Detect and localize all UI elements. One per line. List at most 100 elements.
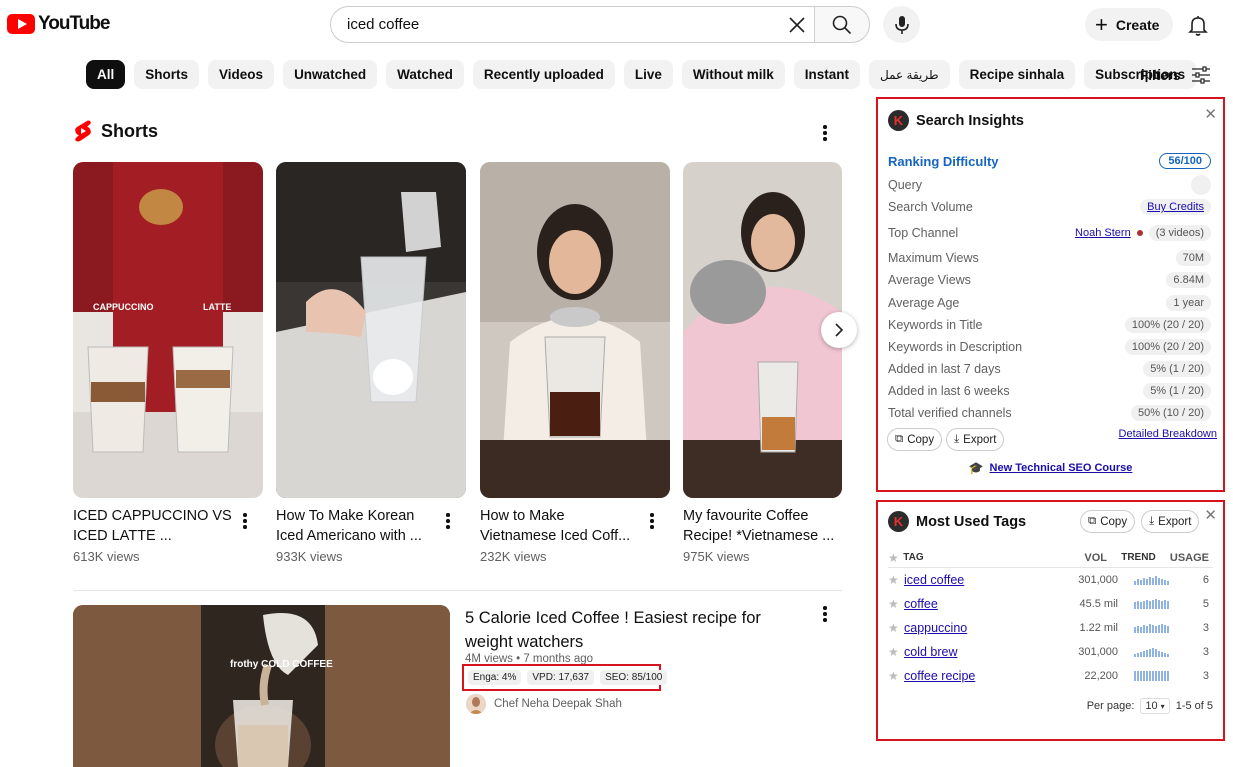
video-metrics-box: Enga: 4% VPD: 17,637 SEO: 85/100 — [462, 664, 668, 691]
keywords-title-value: 100% (20 / 20) — [1124, 317, 1211, 333]
video-channel[interactable]: Chef Neha Deepak Shah — [466, 694, 622, 714]
tag-link[interactable]: cold brew — [904, 645, 958, 659]
tag-link[interactable]: cappuccino — [904, 621, 967, 635]
search-input[interactable]: iced coffee — [330, 6, 814, 43]
star-icon[interactable]: ★ — [888, 645, 904, 659]
short-title[interactable]: ICED CAPPUCCINO VS ICED LATTE ... — [73, 506, 233, 546]
trend-sparkline — [1118, 575, 1184, 585]
close-icon[interactable]: ✕ — [1204, 506, 1217, 524]
short-title[interactable]: How To Make Korean Iced Americano with .… — [276, 506, 436, 546]
copy-icon: ⧉ — [1088, 515, 1097, 527]
section-divider — [74, 590, 842, 591]
chip-watched[interactable]: Watched — [386, 60, 464, 89]
average-age-label: Average Age — [888, 296, 960, 310]
top-channel-link[interactable]: Noah Stern — [1075, 227, 1131, 239]
star-icon[interactable]: ★ — [888, 597, 904, 611]
channel-avatar[interactable] — [466, 694, 486, 714]
clear-search-icon[interactable] — [784, 12, 810, 38]
extension-logo-icon: K — [888, 110, 909, 131]
short-more-icon[interactable] — [235, 510, 255, 532]
youtube-logo[interactable]: YouTube — [7, 13, 110, 35]
notifications-bell-icon[interactable] — [1186, 13, 1210, 37]
verified-channels-value: 50% (10 / 20) — [1130, 405, 1211, 421]
graduation-cap-icon: 🎓 — [968, 461, 984, 475]
star-icon[interactable]: ★ — [888, 669, 904, 683]
filters-button[interactable]: Filters — [1140, 66, 1211, 84]
star-icon[interactable]: ★ — [888, 621, 904, 635]
short-more-icon[interactable] — [438, 510, 458, 532]
top-channel-label: Top Channel — [888, 226, 959, 240]
insights-actions: ⧉ Copy ⤓ Export — [887, 428, 1005, 451]
chip-unwatched[interactable]: Unwatched — [283, 60, 378, 89]
tags-copy-button[interactable]: ⧉ Copy — [1080, 510, 1136, 533]
added-6-weeks-label: Added in last 6 weeks — [888, 384, 1010, 398]
shorts-more-icon[interactable] — [815, 122, 835, 144]
tags-actions: ⧉ Copy ⤓ Export — [1080, 510, 1200, 533]
seo-course-link[interactable]: New Technical SEO Course — [990, 462, 1133, 474]
tags-table-header: ★ TAG VOL TREND USAGE — [888, 548, 1213, 568]
ranking-difficulty-label: Ranking Difficulty — [888, 153, 999, 169]
chip-recently-uploaded[interactable]: Recently uploaded — [472, 60, 615, 89]
tags-export-button[interactable]: ⤓ Export — [1141, 510, 1200, 533]
tag-link[interactable]: iced coffee — [904, 573, 964, 587]
short-title[interactable]: My favourite Coffee Recipe! *Vietnamese … — [683, 506, 838, 546]
chip-without-milk[interactable]: Without milk — [681, 60, 785, 89]
vpd-metric: VPD: 17,637 — [527, 670, 595, 685]
detailed-breakdown-link[interactable]: Detailed Breakdown — [1119, 428, 1217, 440]
youtube-wordmark: YouTube — [38, 13, 110, 34]
keywords-description-label: Keywords in Description — [888, 340, 1023, 354]
short-card[interactable]: My favourite Coffee Recipe! *Vietnamese … — [683, 162, 842, 564]
buy-credits-link[interactable]: Buy Credits — [1140, 199, 1211, 215]
copy-button[interactable]: ⧉ Copy — [887, 428, 943, 451]
short-thumbnail[interactable]: CAPPUCCINO LATTE — [73, 162, 263, 498]
star-icon[interactable]: ★ — [888, 573, 904, 587]
search-query-text: iced coffee — [347, 16, 420, 33]
chip-recipe-sinhala[interactable]: Recipe sinhala — [958, 60, 1076, 89]
shorts-heading: Shorts — [101, 120, 159, 141]
per-page-select[interactable]: 10 ▾ — [1140, 698, 1170, 714]
tag-link[interactable]: coffee recipe — [904, 669, 975, 683]
close-icon[interactable]: ✕ — [1204, 105, 1217, 123]
table-row: ★ coffee 45.5 mil 5 — [888, 597, 1209, 611]
chip-live[interactable]: Live — [623, 60, 673, 89]
short-title[interactable]: How to Make Vietnamese Iced Coff... — [480, 506, 640, 546]
tag-link[interactable]: coffee — [904, 597, 938, 611]
shorts-next-button[interactable] — [821, 312, 857, 348]
search-button[interactable] — [814, 6, 870, 43]
chip-shorts[interactable]: Shorts — [134, 60, 200, 89]
chip-videos[interactable]: Videos — [208, 60, 275, 89]
channel-name[interactable]: Chef Neha Deepak Shah — [494, 698, 622, 710]
query-value — [1191, 175, 1211, 195]
search-icon — [832, 15, 852, 34]
short-thumbnail[interactable] — [480, 162, 670, 498]
course-promo[interactable]: 🎓 New Technical SEO Course — [884, 461, 1217, 475]
voice-search-button[interactable] — [883, 6, 920, 43]
short-thumbnail[interactable] — [276, 162, 466, 498]
create-button[interactable]: + Create — [1085, 8, 1174, 41]
export-button[interactable]: ⤓ Export — [946, 428, 1005, 451]
video-more-icon[interactable] — [815, 603, 835, 625]
video-title[interactable]: 5 Calorie Iced Coffee ! Easiest recipe f… — [465, 606, 795, 654]
chip-all[interactable]: All — [86, 60, 126, 89]
short-thumbnail[interactable] — [683, 162, 842, 498]
short-card[interactable]: How To Make Korean Iced Americano with .… — [276, 162, 466, 564]
short-card[interactable]: CAPPUCCINO LATTE ICED CAPPUCCINO VS ICED… — [73, 162, 263, 564]
table-row: ★ iced coffee 301,000 6 — [888, 573, 1209, 587]
download-icon: ⤓ — [1149, 515, 1155, 527]
video-thumbnail[interactable]: frothy COLD COFFEE — [73, 605, 450, 767]
average-views-label: Average Views — [888, 273, 971, 287]
chip-arabic-method[interactable]: طريقة عمل — [869, 60, 950, 89]
table-row: ★ cold brew 301,000 3 — [888, 645, 1209, 659]
per-page-label: Per page: — [1086, 700, 1135, 712]
channel-dot-icon — [1136, 230, 1143, 236]
maximum-views-label: Maximum Views — [888, 251, 979, 265]
download-icon: ⤓ — [954, 433, 960, 445]
chip-instant[interactable]: Instant — [793, 60, 861, 89]
most-used-tags-panel: K Most Used Tags ⧉ Copy ⤓ Export ✕ ★ TAG… — [876, 500, 1225, 741]
trend-sparkline — [1118, 623, 1184, 633]
short-more-icon[interactable] — [642, 510, 662, 532]
pagination: Per page: 10 ▾ 1-5 of 5 — [1087, 698, 1213, 714]
verified-channels-label: Total verified channels — [888, 406, 1012, 420]
short-card[interactable]: How to Make Vietnamese Iced Coff... 232K… — [480, 162, 670, 564]
search-insights-title: Search Insights — [916, 112, 1024, 129]
